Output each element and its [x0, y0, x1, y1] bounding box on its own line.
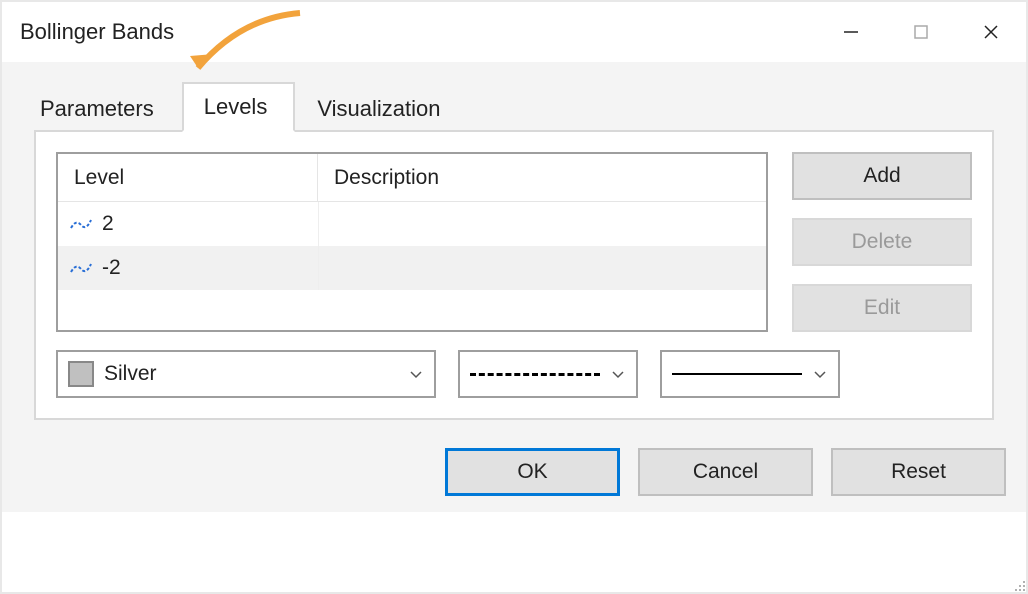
resize-grip-icon[interactable] [1012, 578, 1026, 592]
delete-button[interactable]: Delete [792, 218, 972, 266]
add-button[interactable]: Add [792, 152, 972, 200]
levels-table: Level Description 2 [56, 152, 768, 332]
line-style-preview [470, 373, 600, 375]
tab-panel: Level Description 2 [34, 130, 994, 420]
window-title: Bollinger Bands [20, 19, 816, 45]
line-style-select[interactable] [458, 350, 638, 398]
table-row[interactable]: -2 [58, 246, 766, 290]
minimize-button[interactable] [816, 2, 886, 62]
line-width-select[interactable] [660, 350, 840, 398]
chevron-down-icon [812, 366, 828, 382]
edit-button[interactable]: Edit [792, 284, 972, 332]
color-name: Silver [104, 362, 398, 386]
color-select[interactable]: Silver [56, 350, 436, 398]
reset-button[interactable]: Reset [831, 448, 1006, 496]
tab-visualization[interactable]: Visualization [295, 84, 468, 132]
side-buttons: Add Delete Edit [792, 152, 972, 332]
chevron-down-icon [610, 366, 626, 382]
style-selectors: Silver [56, 350, 972, 398]
color-swatch-icon [68, 361, 94, 387]
cell-level: -2 [58, 246, 318, 290]
window-controls [816, 2, 1026, 62]
cell-description [318, 202, 766, 246]
dialog-window: Bollinger Bands Parameters Levels Visual… [0, 0, 1028, 594]
chevron-down-icon [408, 366, 424, 382]
tabs-region: Parameters Levels Visualization Level De… [2, 62, 1026, 434]
table-header: Level Description [58, 154, 766, 202]
panel-top: Level Description 2 [56, 152, 972, 332]
maximize-button[interactable] [886, 2, 956, 62]
cancel-button[interactable]: Cancel [638, 448, 813, 496]
tab-bar: Parameters Levels Visualization [18, 80, 1010, 130]
tab-levels[interactable]: Levels [182, 82, 296, 132]
close-button[interactable] [956, 2, 1026, 62]
level-value: -2 [102, 256, 121, 280]
column-header-level[interactable]: Level [58, 154, 318, 201]
tab-parameters[interactable]: Parameters [18, 84, 182, 132]
table-row[interactable]: 2 [58, 202, 766, 246]
level-line-icon [70, 216, 92, 232]
line-width-preview [672, 373, 802, 375]
ok-button[interactable]: OK [445, 448, 620, 496]
dialog-buttons: OK Cancel Reset [2, 434, 1026, 512]
column-header-description[interactable]: Description [318, 154, 766, 201]
table-body: 2 -2 [58, 202, 766, 330]
level-line-icon [70, 260, 92, 276]
titlebar: Bollinger Bands [2, 2, 1026, 62]
cell-level: 2 [58, 202, 318, 246]
cell-description [318, 246, 766, 290]
level-value: 2 [102, 212, 114, 236]
